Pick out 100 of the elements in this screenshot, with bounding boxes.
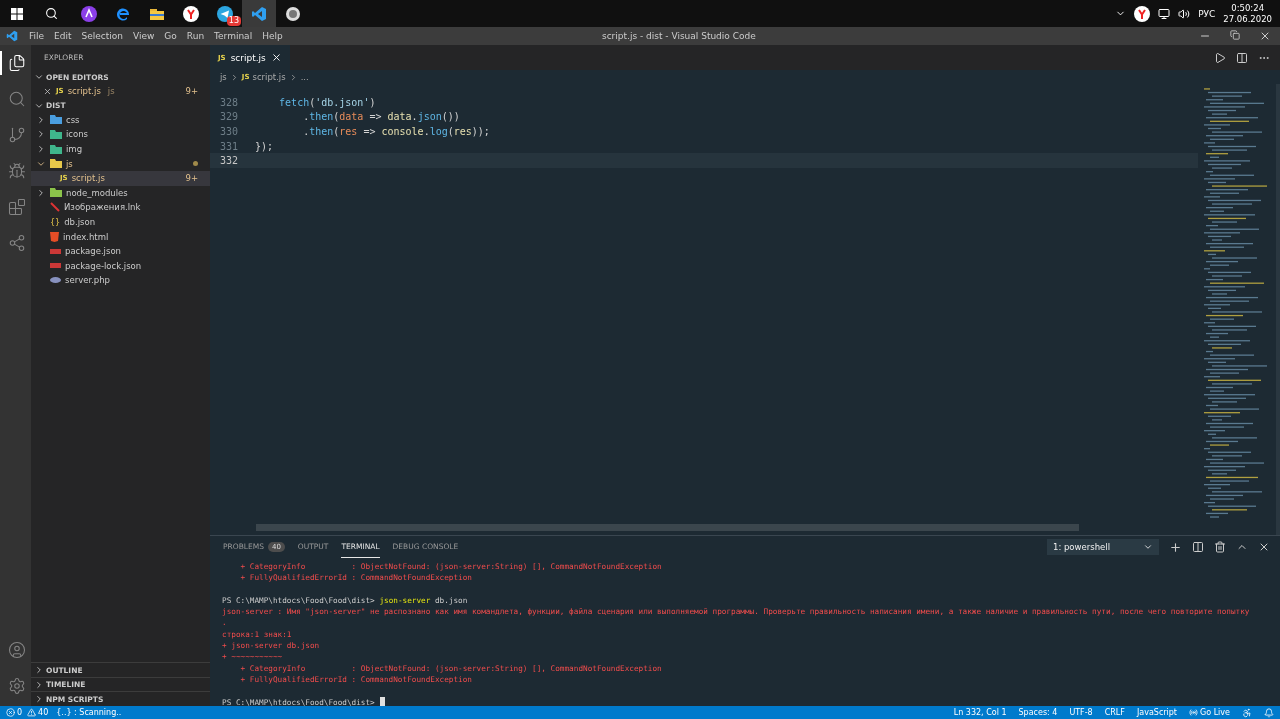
menu-item[interactable]: View [128,31,160,41]
breadcrumb[interactable]: ... [300,72,309,82]
tree-item[interactable]: js [31,156,210,171]
tree-item[interactable]: package-lock.json [31,258,210,274]
broadcast-icon [1189,708,1198,717]
person-icon[interactable] [1242,707,1252,718]
code-editor-icon [251,5,267,22]
bug-icon [7,162,26,180]
tree-item[interactable]: img [31,141,210,157]
chevron-down-icon [34,72,44,82]
blocks-icon [7,198,26,216]
file-name: script.js [71,173,105,184]
tree-item[interactable]: server.php [31,273,210,288]
problems-indicator[interactable]: 0 40 [6,708,49,717]
letter-y-icon [183,5,199,22]
status-item[interactable]: JavaScript [1136,708,1177,717]
file-name: db.json [64,217,96,228]
file-name: Изображения.lnk [64,202,141,213]
menu-item[interactable]: Run [181,31,210,41]
plus-icon[interactable] [1169,540,1182,554]
voice-assistant-icon [81,5,97,22]
line-number: 328 [218,96,239,108]
clock-date: 27.06.2020 [1223,13,1272,25]
tree-item[interactable]: {} db.json [31,214,210,230]
file-name: img [66,144,83,155]
html-icon [50,231,59,242]
network-icon[interactable] [1158,7,1171,20]
window-title: script.js - dist - Visual Studio Code [601,31,756,41]
braces-icon: {} [50,217,61,227]
line-number: 330 [218,126,239,137]
folder-hint: js [107,86,115,97]
close-icon[interactable] [1258,541,1270,553]
unread-badge: 13 [226,16,241,26]
menu-item[interactable]: Edit [49,31,77,41]
npm-icon [50,248,61,254]
menu-item[interactable]: Help [257,31,288,41]
windows-logo-icon [11,7,23,20]
run-icon[interactable] [1214,51,1226,64]
status-item[interactable]: Spaces: 4 [1018,708,1058,717]
warning-icon [27,708,37,717]
split-terminal-icon[interactable] [1192,541,1204,553]
menu-item[interactable]: Terminal [209,31,258,41]
menu-item[interactable]: Selection [76,31,128,41]
modified-dot [193,161,198,167]
close-icon[interactable] [270,52,282,63]
tree-item[interactable]: index.html [31,229,210,244]
file-name: css [66,114,80,125]
split-editor-icon[interactable] [1236,51,1248,64]
branch-icon [7,126,26,144]
go-live-button[interactable]: Go Live [1189,708,1230,717]
tree-item[interactable]: css [31,112,210,128]
taskbar-app[interactable]: 13 [208,0,242,27]
line-number: 332 [218,155,239,167]
file-name: node_modules [66,187,128,198]
status-item[interactable]: UTF-8 [1069,708,1093,717]
menu-item[interactable]: Go [159,31,182,41]
terminal-select[interactable]: 1: powershell [1047,539,1159,555]
volume-icon[interactable] [1178,7,1191,20]
status-item[interactable]: Ln 332, Col 1 [953,708,1007,717]
menu-item[interactable]: File [24,31,50,41]
language-indicator[interactable]: РУС [1198,8,1216,19]
error-icon [6,708,15,717]
chevron-right-icon [34,665,44,675]
file-name: index.html [63,231,109,242]
search-icon [44,7,58,20]
file-name: script.js [67,86,101,97]
task-status[interactable]: {..} : Scanning.. [56,708,122,717]
line-number: 329 [218,111,239,123]
files-icon [7,54,26,72]
scrollbar-thumb[interactable] [256,524,1079,531]
restore-icon [1230,30,1240,40]
ellipse-icon [50,277,61,284]
search-icon [7,90,26,108]
breadcrumb[interactable]: js [220,72,227,82]
share-icon [7,234,26,252]
bell-icon[interactable] [1264,707,1274,718]
link-icon [50,202,60,213]
chevron-right-icon [34,694,44,705]
tree-item[interactable]: icons [31,127,210,142]
trash-icon[interactable] [1214,541,1226,553]
tree-item[interactable]: package.json [31,243,210,259]
clock-time: 0:50:24 [1231,2,1265,14]
problem-count: 9+ [185,86,198,97]
file-name: icons [66,129,89,140]
file-name: js [66,158,73,169]
code-line: .then(res => console.log(res)); [302,126,490,137]
close-icon[interactable] [43,86,52,96]
code-editor-icon [6,30,18,42]
code-line: }); [255,140,274,152]
breadcrumb[interactable]: script.js [252,72,286,82]
problem-count: 9+ [185,173,198,184]
code-line: fetch('db.json') [278,96,376,108]
tree-item[interactable]: Изображения.lnk [31,200,210,215]
settings-icon [7,677,26,695]
chevron-right-icon [34,679,44,690]
file-name: server.php [65,275,110,286]
chevron-down-icon [1143,542,1153,552]
status-item[interactable]: CRLF [1104,708,1125,717]
line-number: 331 [218,140,239,152]
tree-item[interactable]: node_modules [31,185,210,201]
